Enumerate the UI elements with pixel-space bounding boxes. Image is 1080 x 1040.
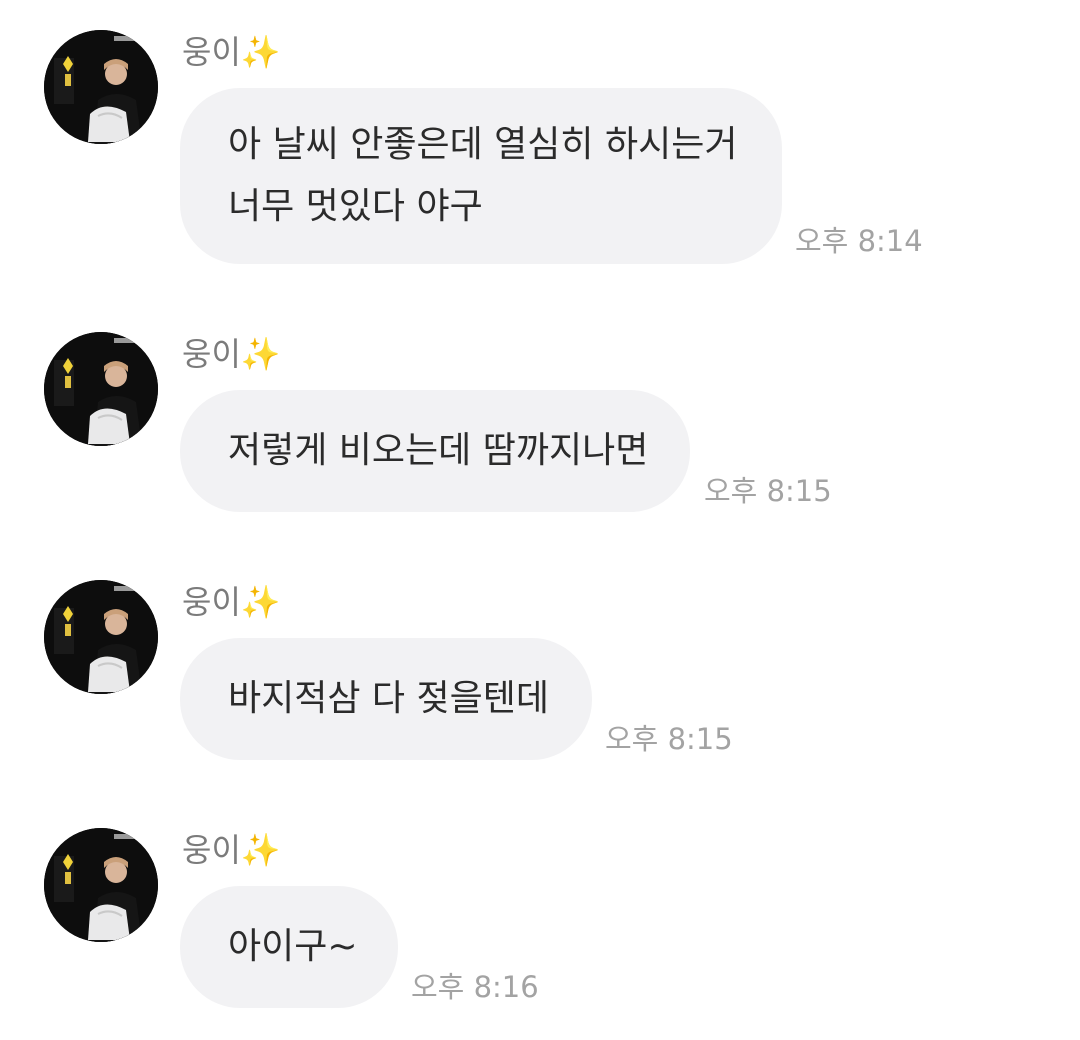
message-row: 웅이✨ 아 날씨 안좋은데 열심히 하시는거 너무 멋있다 야구 오후 8:14 xyxy=(0,30,1080,270)
avatar[interactable] xyxy=(44,580,158,694)
message-text-line: 저렇게 비오는데 땀까지나면 xyxy=(228,430,649,471)
message-text-line: 아이구~ xyxy=(228,926,358,967)
profile-photo-icon xyxy=(44,828,158,942)
avatar[interactable] xyxy=(44,828,158,942)
message-timestamp: 오후 8:15 xyxy=(704,474,832,508)
message-bubble[interactable]: 아이구~ xyxy=(180,886,398,1008)
message-text-line: 너무 멋있다 야구 xyxy=(228,186,483,227)
message-bubble[interactable]: 바지적삼 다 젖을텐데 xyxy=(180,638,592,760)
sender-name: 웅이✨ xyxy=(182,831,281,869)
sender-name: 웅이✨ xyxy=(182,335,281,373)
sender-name: 웅이✨ xyxy=(182,33,281,71)
message-text-line: 아 날씨 안좋은데 열심히 하시는거 xyxy=(228,124,738,165)
message-bubble[interactable]: 저렇게 비오는데 땀까지나면 xyxy=(180,390,690,512)
avatar[interactable] xyxy=(44,30,158,144)
message-timestamp: 오후 8:15 xyxy=(605,722,733,756)
message-text-line: 바지적삼 다 젖을텐데 xyxy=(228,678,549,719)
message-timestamp: 오후 8:16 xyxy=(411,970,539,1004)
avatar[interactable] xyxy=(44,332,158,446)
profile-photo-icon xyxy=(44,30,158,144)
message-row: 웅이✨ 저렇게 비오는데 땀까지나면 오후 8:15 xyxy=(0,332,1080,522)
message-bubble[interactable]: 아 날씨 안좋은데 열심히 하시는거 너무 멋있다 야구 xyxy=(180,88,782,264)
profile-photo-icon xyxy=(44,332,158,446)
message-row: 웅이✨ 바지적삼 다 젖을텐데 오후 8:15 xyxy=(0,580,1080,770)
sender-name: 웅이✨ xyxy=(182,583,281,621)
message-timestamp: 오후 8:14 xyxy=(795,224,923,258)
message-row: 웅이✨ 아이구~ 오후 8:16 xyxy=(0,828,1080,1018)
profile-photo-icon xyxy=(44,580,158,694)
